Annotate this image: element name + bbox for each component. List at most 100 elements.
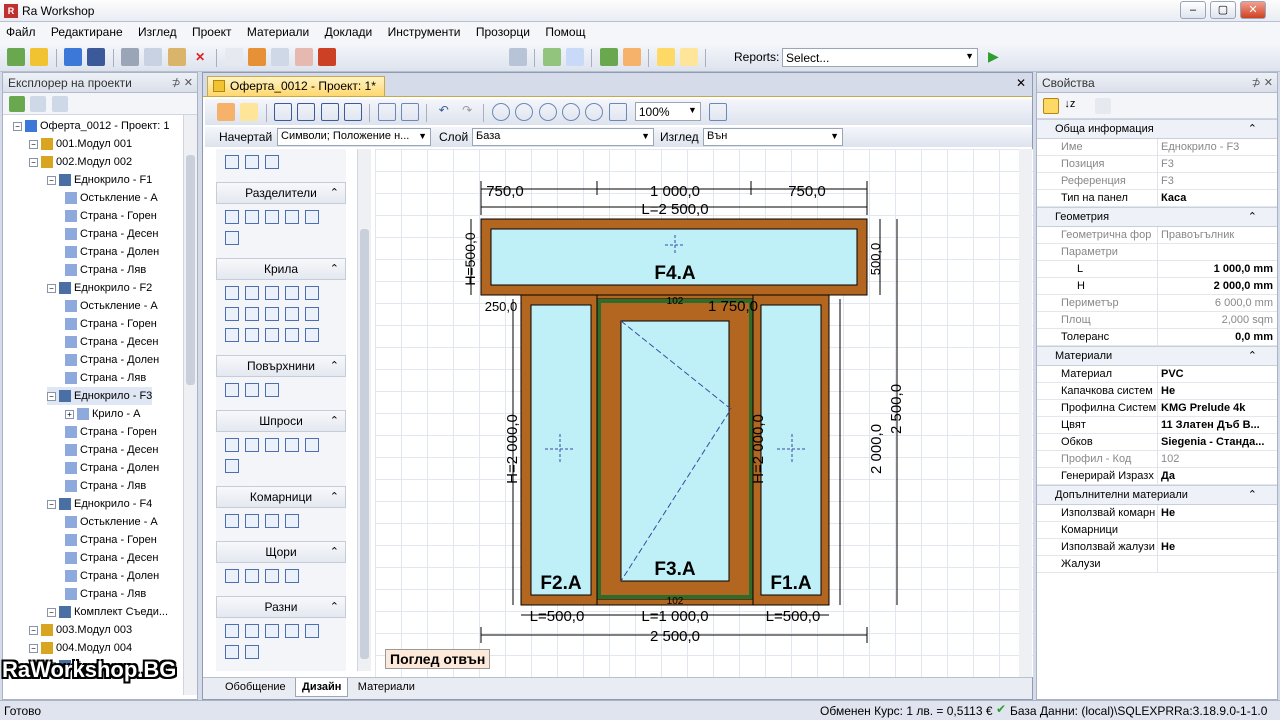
property-row[interactable]: Генерирай Изразх Да <box>1037 468 1277 485</box>
grid-tool-icon[interactable] <box>274 103 293 121</box>
palette-tool-icon[interactable] <box>305 438 319 452</box>
palette-tool-icon[interactable] <box>285 307 299 321</box>
grid4-tool-icon[interactable] <box>344 103 363 121</box>
tree-item[interactable]: Страна - Долен <box>65 243 159 261</box>
view-select[interactable]: Вън ▼ <box>703 128 843 146</box>
palette-section-header[interactable]: Повърхнини ⌃ <box>216 355 346 377</box>
property-value[interactable]: Siegenia - Станда... <box>1161 436 1275 448</box>
layer-select[interactable]: База ▼ <box>472 128 654 146</box>
palette-tool-icon[interactable] <box>225 155 239 169</box>
palette-tool-icon[interactable] <box>245 286 259 300</box>
open-icon[interactable] <box>30 48 49 66</box>
property-value[interactable]: 2,000 sqm <box>1161 314 1273 326</box>
property-value[interactable]: Каса <box>1161 192 1275 204</box>
palette-tool-icon[interactable] <box>245 645 259 659</box>
property-value[interactable]: F3 <box>1161 175 1275 187</box>
palette-tool-icon[interactable] <box>265 328 279 342</box>
property-section[interactable]: Геометрия ⌃ <box>1037 207 1277 227</box>
property-section[interactable]: Обща информация ⌃ <box>1037 119 1277 139</box>
tree-item[interactable]: Страна - Десен <box>65 549 158 567</box>
scrollbar-thumb[interactable] <box>186 155 195 385</box>
pan-tool-icon[interactable] <box>240 103 259 121</box>
palette-tool-icon[interactable] <box>245 624 259 638</box>
tree-item[interactable]: Страна - Ляв <box>65 369 146 387</box>
menu-help[interactable]: Помощ <box>539 22 591 42</box>
collapse-icon[interactable]: ⌃ <box>330 542 339 562</box>
tree-item[interactable]: − 003.Модул 003 <box>29 621 132 639</box>
palette-tool-icon[interactable] <box>285 438 299 452</box>
tree-item[interactable]: Страна - Ляв <box>65 585 146 603</box>
property-value[interactable]: 6 000,0 mm <box>1161 297 1273 309</box>
report-icon[interactable] <box>318 48 337 66</box>
categorized-icon[interactable] <box>1043 98 1059 114</box>
palette-tool-icon[interactable] <box>225 286 239 300</box>
tree-item[interactable]: − 004.Модул 004 <box>29 639 132 657</box>
palette-tool-icon[interactable] <box>265 383 279 397</box>
property-section[interactable]: Материали ⌃ <box>1037 346 1277 366</box>
property-value[interactable]: Не <box>1161 385 1275 397</box>
tree-item[interactable]: − Еднокрило - F2 <box>47 279 152 297</box>
menu-file[interactable]: Файл <box>0 22 42 42</box>
property-row[interactable]: Цвят 11 Златен Дъб В... <box>1037 417 1277 434</box>
tree-item[interactable]: Страна - Ляв <box>65 261 146 279</box>
palette-tool-icon[interactable] <box>245 383 259 397</box>
palette-tool-icon[interactable] <box>265 624 279 638</box>
palette-tool-icon[interactable] <box>245 514 259 528</box>
palette-tool-icon[interactable] <box>265 210 279 224</box>
tree-item[interactable]: Страна - Долен <box>65 459 159 477</box>
palette-tool-icon[interactable] <box>245 328 259 342</box>
tree-item[interactable]: − 001.Модул 001 <box>29 135 132 153</box>
canvas-scrollbar[interactable] <box>1019 149 1032 677</box>
add-module-icon[interactable] <box>542 48 561 66</box>
property-row[interactable]: Геометрична фор Правоъгълник <box>1037 227 1277 244</box>
scrollbar-thumb[interactable] <box>360 229 369 659</box>
palette-tool-icon[interactable] <box>225 438 239 452</box>
edit-icon[interactable] <box>248 48 267 66</box>
close-tab-icon[interactable]: ✕ <box>1016 76 1026 90</box>
zoom-plus-icon[interactable] <box>608 103 627 121</box>
palette-tool-icon[interactable] <box>225 328 239 342</box>
lightning-icon[interactable] <box>656 48 675 66</box>
close-button[interactable]: ✕ <box>1240 1 1266 19</box>
collapse-icon[interactable]: ⌃ <box>1248 349 1257 362</box>
palette-tool-icon[interactable] <box>285 286 299 300</box>
tree-item[interactable]: − Еднокрило - F3 <box>47 387 153 405</box>
tree-item[interactable]: Остькление - А <box>65 297 158 315</box>
tree-item[interactable]: Страна - Горен <box>65 423 157 441</box>
palette-tool-icon[interactable] <box>245 155 259 169</box>
expand-toggle-icon[interactable]: − <box>29 625 38 635</box>
palette-tool-icon[interactable] <box>305 307 319 321</box>
tab-materials[interactable]: Материали <box>352 678 421 696</box>
tree-item[interactable]: − Еднокрило - F4 <box>47 495 152 513</box>
palette-tool-icon[interactable] <box>225 569 239 583</box>
collapse-icon[interactable]: ⌃ <box>1248 122 1257 135</box>
tree-item[interactable]: Страна - Десен <box>65 225 158 243</box>
redo-icon[interactable]: ↷ <box>458 103 476 121</box>
expand-toggle-icon[interactable]: − <box>47 283 56 293</box>
table-icon[interactable] <box>271 48 290 66</box>
tree-item[interactable]: Страна - Ляв <box>65 477 146 495</box>
collapse-icon[interactable]: ⌃ <box>330 487 339 507</box>
collapse-icon[interactable]: ⌃ <box>330 597 339 617</box>
expand-toggle-icon[interactable]: − <box>29 643 38 653</box>
design-canvas[interactable]: 750,0 1 000,0 750,0 L=2 500,0 F4.A F2.A … <box>375 149 1033 677</box>
palette-tool-icon[interactable] <box>285 569 299 583</box>
property-row[interactable]: Референция F3 <box>1037 173 1277 190</box>
palette-tool-icon[interactable] <box>265 155 279 169</box>
tree-item[interactable]: − Оферта_0012 - Проект: 1 <box>13 117 169 135</box>
rotate-icon[interactable] <box>401 103 420 121</box>
zoom-out-icon[interactable] <box>515 103 534 121</box>
zoom-minus-icon[interactable] <box>709 103 728 121</box>
grid2-tool-icon[interactable] <box>297 103 316 121</box>
menu-edit[interactable]: Редактиране <box>45 22 129 42</box>
property-row[interactable]: Обков Siegenia - Станда... <box>1037 434 1277 451</box>
property-value[interactable]: Не <box>1161 507 1275 519</box>
collapse-icon[interactable]: ⌃ <box>330 259 339 279</box>
palette-tool-icon[interactable] <box>225 624 239 638</box>
property-row[interactable]: Жалузи <box>1037 556 1277 573</box>
property-row[interactable]: Площ 2,000 sqm <box>1037 312 1277 329</box>
property-row[interactable]: Материал PVC <box>1037 366 1277 383</box>
palette-tool-icon[interactable] <box>225 383 239 397</box>
draw-select[interactable]: Символи; Положение н... ▼ <box>277 128 431 146</box>
tree-item[interactable]: Остькление - А <box>65 189 158 207</box>
